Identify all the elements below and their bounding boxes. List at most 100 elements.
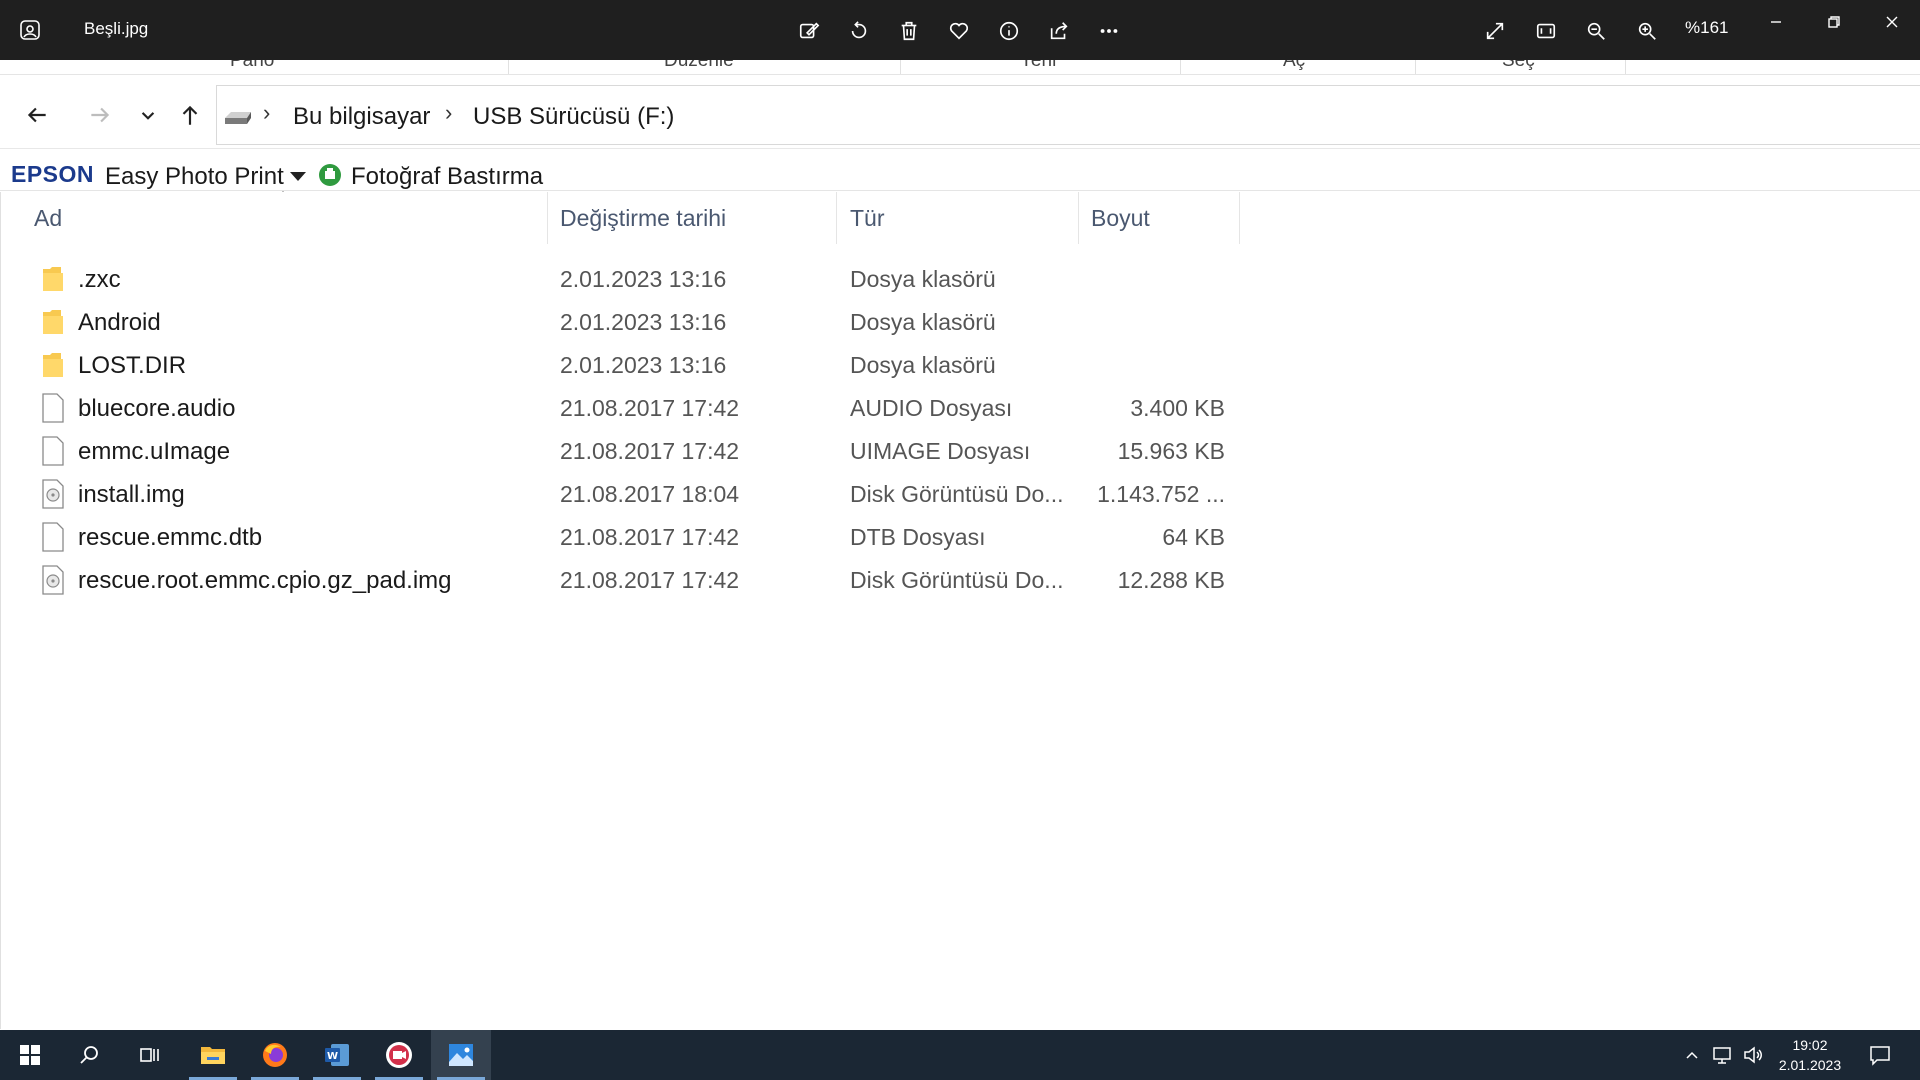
volume-icon[interactable] (1740, 1030, 1766, 1080)
file-row[interactable]: bluecore.audio 21.08.2017 17:42 AUDIO Do… (1, 387, 1241, 430)
column-header-type[interactable]: Tür (850, 192, 885, 244)
zoom-in-icon[interactable] (1632, 16, 1662, 46)
file-name: rescue.emmc.dtb (78, 524, 263, 551)
svg-text:W: W (327, 1051, 338, 1062)
file-name: emmc.uImage (78, 438, 231, 465)
share-icon[interactable] (1044, 16, 1074, 46)
ribbon-divider (1415, 60, 1416, 74)
close-icon[interactable] (1872, 10, 1912, 34)
breadcrumb-usb-drive[interactable]: USB Sürücüsü (F:) (473, 103, 674, 131)
word-icon[interactable]: W (307, 1030, 367, 1080)
file-date: 2.01.2023 13:16 (560, 352, 727, 378)
ribbon-divider (1180, 60, 1181, 74)
file-date: 21.08.2017 17:42 (560, 438, 740, 464)
column-divider[interactable] (1239, 192, 1240, 244)
epson-toolbar: EPSON Easy Photo Print Fotoğraf Bastırma (0, 150, 1920, 191)
column-header-name[interactable]: Ad (34, 192, 62, 244)
file-date: 2.01.2023 13:16 (560, 266, 727, 292)
info-icon[interactable] (994, 16, 1024, 46)
ribbon-group-labels: Pano Düzenle Yeni Aç Seç (0, 60, 1920, 75)
recent-locations-chevron-icon[interactable] (131, 98, 165, 132)
restore-icon[interactable] (1814, 10, 1854, 34)
delete-icon[interactable] (894, 16, 924, 46)
ribbon-divider (508, 60, 509, 74)
file-type: AUDIO Dosyası (850, 395, 1013, 421)
file-name: install.img (78, 481, 185, 508)
ribbon-group-new: Yeni (1020, 60, 1057, 71)
folder-icon (43, 267, 63, 291)
back-arrow-icon[interactable] (20, 98, 54, 132)
viewer-titlebar: Beşli.jpg %161 (0, 0, 1920, 60)
column-header-size[interactable]: Boyut (1091, 192, 1150, 244)
system-clock[interactable]: 19:02 2.01.2023 (1765, 1035, 1855, 1075)
file-type: Dosya klasörü (850, 352, 996, 378)
file-row[interactable]: rescue.root.emmc.cpio.gz_pad.img 21.08.2… (1, 559, 1241, 602)
column-divider[interactable] (1078, 192, 1079, 244)
easy-photo-print-menu[interactable]: Easy Photo Print (105, 163, 284, 191)
clock-date: 2.01.2023 (1778, 1057, 1842, 1073)
file-row[interactable]: Android 2.01.2023 13:16 Dosya klasörü (1, 301, 1241, 344)
disk-image-icon (42, 565, 64, 595)
navigation-bar: › Bu bilgisayar › USB Sürücüsü (F:) (0, 76, 1920, 149)
column-header-date[interactable]: Değiştirme tarihi (560, 192, 726, 244)
folder-icon (43, 310, 63, 334)
breadcrumb-this-pc[interactable]: Bu bilgisayar (293, 103, 430, 131)
file-explorer-icon[interactable] (183, 1030, 243, 1080)
file-size: 1.143.752 ... (1097, 481, 1225, 507)
disk-image-icon (42, 479, 64, 509)
file-name: LOST.DIR (78, 352, 187, 379)
firefox-icon[interactable] (245, 1030, 305, 1080)
photo-print-button[interactable]: Fotoğraf Bastırma (351, 163, 543, 191)
rotate-icon[interactable] (844, 16, 874, 46)
file-size: 15.963 KB (1117, 438, 1225, 464)
start-icon[interactable] (0, 1030, 60, 1080)
file-row[interactable]: install.img 21.08.2017 18:04 Disk Görünt… (1, 473, 1241, 516)
viewer-file-title: Beşli.jpg (84, 19, 149, 38)
search-icon[interactable] (60, 1030, 120, 1080)
file-type: UIMAGE Dosyası (850, 438, 1031, 464)
forward-arrow-icon[interactable] (83, 98, 117, 132)
zoom-level[interactable]: %161 (1685, 18, 1728, 38)
ribbon-group-select: Seç (1502, 60, 1535, 71)
epson-logo: EPSON (11, 161, 95, 187)
file-icon (42, 522, 64, 552)
notification-center-icon[interactable] (1865, 1030, 1895, 1080)
file-type: Dosya klasörü (850, 309, 996, 335)
fullscreen-icon[interactable] (1480, 16, 1510, 46)
more-icon[interactable] (1094, 16, 1124, 46)
screen-recorder-icon[interactable] (369, 1030, 429, 1080)
file-type: Disk Görüntüsü Do... (850, 567, 1064, 593)
ribbon-divider (900, 60, 901, 74)
breadcrumb-chevron-icon[interactable]: › (445, 100, 452, 126)
taskbar: W 19:02 2.01.2023 (0, 1030, 1920, 1080)
column-divider[interactable] (547, 192, 548, 244)
file-type: Disk Görüntüsü Do... (850, 481, 1064, 507)
dropdown-caret-icon[interactable] (290, 172, 306, 181)
file-row[interactable]: LOST.DIR 2.01.2023 13:16 Dosya klasörü (1, 344, 1241, 387)
show-hidden-icons-chevron-icon[interactable] (1680, 1030, 1704, 1080)
breadcrumb-chevron-icon[interactable]: › (263, 100, 270, 126)
zoom-out-icon[interactable] (1581, 16, 1611, 46)
usb-drive-icon (225, 112, 251, 124)
network-icon[interactable] (1710, 1030, 1736, 1080)
file-row[interactable]: .zxc 2.01.2023 13:16 Dosya klasörü (1, 258, 1241, 301)
file-icon (42, 436, 64, 466)
photos-icon[interactable] (431, 1030, 491, 1080)
address-bar[interactable]: › Bu bilgisayar › USB Sürücüsü (F:) (216, 85, 1920, 145)
minimize-icon[interactable] (1756, 10, 1796, 34)
file-icon (42, 393, 64, 423)
clock-time: 19:02 (1792, 1037, 1828, 1053)
fit-icon[interactable] (1531, 16, 1561, 46)
favorite-icon[interactable] (944, 16, 974, 46)
file-date: 21.08.2017 18:04 (560, 481, 740, 507)
photo-print-icon[interactable] (317, 162, 343, 188)
column-divider[interactable] (836, 192, 837, 244)
file-row[interactable]: emmc.uImage 21.08.2017 17:42 UIMAGE Dosy… (1, 430, 1241, 473)
up-arrow-icon[interactable] (173, 98, 207, 132)
file-name: Android (78, 309, 161, 336)
ribbon-group-open: Aç (1283, 60, 1306, 71)
edit-icon[interactable] (794, 16, 824, 46)
file-name: bluecore.audio (78, 395, 236, 422)
task-view-icon[interactable] (120, 1030, 180, 1080)
file-row[interactable]: rescue.emmc.dtb 21.08.2017 17:42 DTB Dos… (1, 516, 1241, 559)
